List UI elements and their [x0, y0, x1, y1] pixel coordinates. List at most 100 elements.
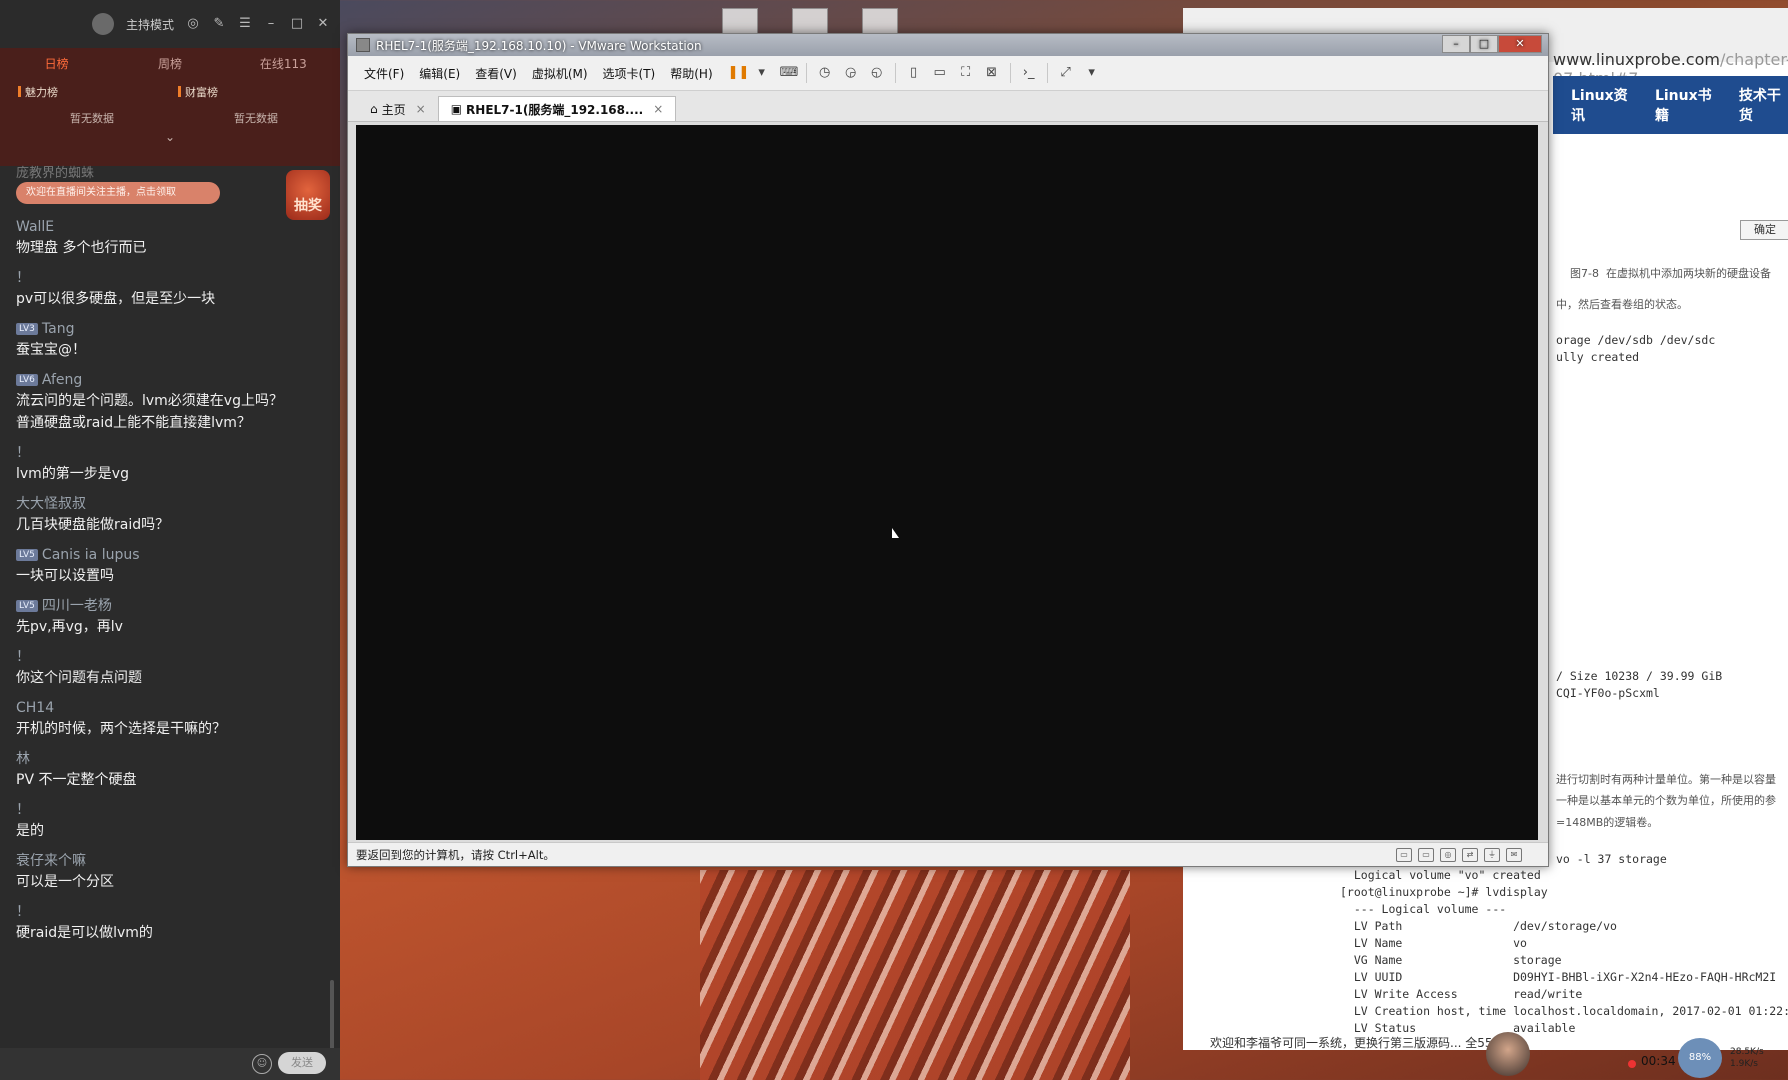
vm-console-screen[interactable]	[356, 125, 1538, 840]
presenter-camera	[1486, 1032, 1530, 1076]
chat-scrollbar[interactable]	[330, 980, 334, 1050]
fullscreen-icon[interactable]: ⛶	[958, 65, 974, 81]
chat-message: 大大怪叔叔几百块硬盘能做raid吗？	[16, 494, 316, 536]
settings-icon[interactable]: ◎	[186, 17, 200, 31]
menu-vm[interactable]: 虚拟机(M)	[532, 65, 588, 82]
send-keys-icon[interactable]: ⌨	[780, 65, 799, 81]
close-icon[interactable]: ✕	[316, 17, 330, 31]
chat-username[interactable]: LV5 Canis ia lupus	[16, 545, 316, 565]
article-text: 一种是以基本单元的个数为单位，所使用的参	[1556, 794, 1776, 807]
nav-tech[interactable]: 技术干货	[1739, 85, 1788, 125]
vmware-titlebar[interactable]: RHEL7-1(服务端_192.168.10.10) - VMware Work…	[348, 34, 1548, 56]
chat-message-text: 先pv,再vg，再lv	[16, 619, 123, 635]
chat-message: ！ pv可以很多硬盘，但是至少一块	[16, 268, 316, 310]
chat-message: WallE 物理盘 多个也行而已	[16, 217, 316, 259]
chat-message-text: 几百块硬盘能做raid吗？	[16, 517, 170, 533]
chat-username[interactable]: 林	[16, 749, 316, 769]
menu-file[interactable]: 文件(F)	[364, 65, 404, 82]
chat-message: 衰仔来个嘛 可以是一个分区	[16, 851, 316, 893]
menu-icon[interactable]: ☰	[238, 17, 252, 31]
edit-icon[interactable]: ✎	[212, 17, 226, 31]
chat-message-text: 你这个问题有点问题	[16, 670, 142, 686]
chat-username[interactable]: ！	[16, 902, 316, 922]
snapshot-manager-icon[interactable]: ◵	[869, 65, 885, 81]
emoji-icon[interactable]: ☺	[252, 1054, 272, 1074]
chat-username-text: ！	[16, 649, 30, 665]
maximize-icon[interactable]: □	[290, 17, 304, 31]
network-speed: 28.5K/s 1.9K/s	[1730, 1046, 1764, 1070]
recording-time: 00:34	[1641, 1054, 1676, 1068]
chat-username[interactable]: ！	[16, 800, 316, 820]
dropdown-arrow-icon[interactable]: ▾	[754, 65, 770, 81]
sidebar-icon[interactable]: ▯	[906, 65, 922, 81]
thumbnail-icon[interactable]: ▭	[932, 65, 948, 81]
article-text: 进行切割时有两种计量单位。第一种是以容量	[1556, 773, 1776, 786]
network-usage-badge[interactable]: 88%	[1678, 1038, 1722, 1078]
chat-message-text: PV 不一定整个硬盘	[16, 772, 137, 788]
host-avatar[interactable]	[91, 13, 114, 35]
tab-home[interactable]: ⌂ 主页 ×	[358, 97, 438, 121]
hdd-icon[interactable]: ▭	[1396, 848, 1412, 862]
menu-edit[interactable]: 编辑(E)	[419, 65, 460, 82]
mouse-cursor-icon	[892, 528, 899, 538]
snapshot-icon[interactable]: ◷	[817, 65, 833, 81]
maximize-button[interactable]: □	[1470, 35, 1498, 53]
tab-online-count[interactable]: 在线113	[227, 55, 340, 72]
chat-username[interactable]: WallE	[16, 217, 316, 237]
menu-tabs[interactable]: 选项卡(T)	[603, 65, 656, 82]
chat-username[interactable]: 衰仔来个嘛	[16, 851, 316, 871]
chat-message: LV6 Afeng 流云问的是个问题。lvm必须建在vg上吗？ 普通硬盘或raid上…	[16, 370, 316, 434]
level-badge: LV3	[16, 323, 38, 335]
cdrom-icon[interactable]: ◎	[1440, 848, 1456, 862]
chat-username[interactable]: ！	[16, 268, 316, 288]
download-speed: 1.9K/s	[1730, 1059, 1758, 1069]
send-button[interactable]: 发送	[278, 1052, 326, 1074]
menu-help[interactable]: 帮助(H)	[670, 65, 712, 82]
chat-message: ！ 是的	[16, 800, 316, 842]
chat-message-text: pv可以很多硬盘，但是至少一块	[16, 291, 216, 307]
unity-icon[interactable]: ⊠	[984, 65, 1000, 81]
chat-username[interactable]: LV5 四川一老杨	[16, 596, 316, 616]
revert-snapshot-icon[interactable]: ◶	[843, 65, 859, 81]
stretch-icon[interactable]: ⤢	[1058, 65, 1074, 81]
chat-username[interactable]: LV3 Tang	[16, 319, 316, 339]
level-badge: LV5	[16, 600, 38, 612]
faded-username: 庞教界的蜘蛛	[16, 166, 95, 181]
close-button[interactable]: ✕	[1498, 35, 1542, 53]
dropdown-arrow-icon[interactable]: ▾	[1084, 65, 1100, 81]
close-tab-icon[interactable]: ×	[416, 102, 426, 116]
minimize-button[interactable]: –	[1442, 35, 1470, 53]
minimize-icon[interactable]: –	[264, 17, 278, 31]
tab-home-label: 主页	[381, 102, 406, 117]
chat-username[interactable]: CH14	[16, 698, 316, 718]
wealth-rank-label: 财富榜	[178, 84, 218, 100]
code-line: ully created	[1556, 350, 1640, 364]
tab-daily-rank[interactable]: 日榜	[0, 55, 113, 72]
code-line: LV Path /dev/storage/vo	[1340, 919, 1617, 933]
lottery-button[interactable]: 抽奖	[286, 170, 330, 220]
chat-username[interactable]: ！	[16, 443, 316, 463]
chevron-down-icon[interactable]: ⌄	[0, 130, 340, 144]
chat-username-text: Canis ia lupus	[41, 547, 140, 563]
hdd-icon[interactable]: ▭	[1418, 848, 1434, 862]
chat-username-text: Afeng	[41, 372, 83, 388]
nav-linux-news[interactable]: Linux资讯	[1571, 85, 1633, 125]
pause-icon[interactable]: ❚❚	[728, 65, 750, 81]
console-icon[interactable]: ›_	[1021, 65, 1037, 81]
network-icon[interactable]: ⇄	[1462, 848, 1478, 862]
tab-vm[interactable]: ▣ RHEL7-1(服务端_192.168.... ×	[437, 96, 677, 121]
chat-username[interactable]: ！	[16, 647, 316, 667]
tab-weekly-rank[interactable]: 周榜	[113, 55, 226, 72]
chat-titlebar: 主持模式 ◎ ✎ ☰ – □ ✕	[0, 0, 340, 48]
chat-username[interactable]: 大大怪叔叔	[16, 494, 316, 514]
usb-icon[interactable]: ⏚	[1484, 848, 1500, 862]
chat-message: ！ 硬raid是可以做lvm的	[16, 902, 316, 944]
chat-username[interactable]: LV6 Afeng	[16, 370, 316, 390]
menu-view[interactable]: 查看(V)	[475, 65, 517, 82]
nav-linux-books[interactable]: Linux书籍	[1655, 85, 1717, 125]
close-tab-icon[interactable]: ×	[653, 102, 663, 116]
level-badge: LV6	[16, 374, 38, 386]
message-icon[interactable]: ✉	[1506, 848, 1522, 862]
confirm-button[interactable]: 确定	[1740, 220, 1788, 240]
welcome-notice[interactable]: 欢迎在直播间关注主播，点击领取	[16, 182, 220, 204]
